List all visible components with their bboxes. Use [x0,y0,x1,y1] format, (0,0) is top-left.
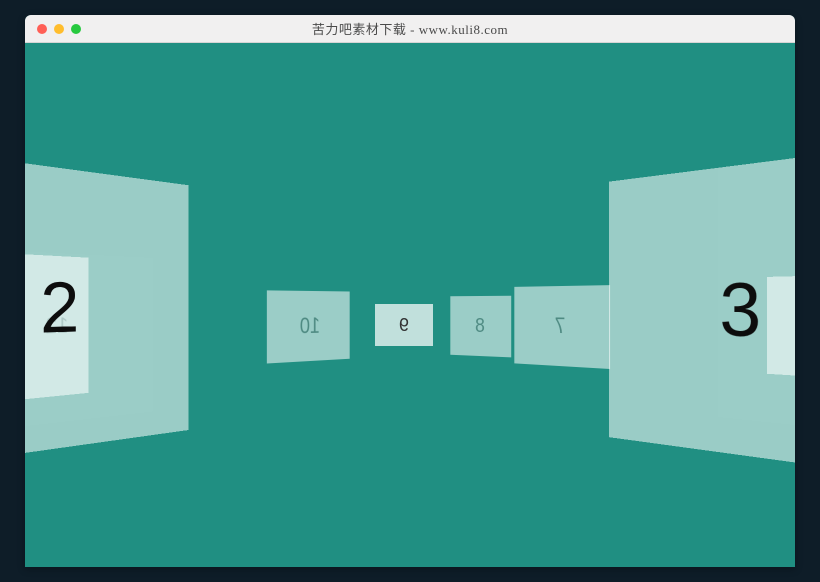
carousel-card-7[interactable]: 7 [514,285,610,369]
zoom-icon[interactable] [71,24,81,34]
card-label: 8 [475,314,485,337]
card-label: 3 [719,266,761,355]
title-bar: 苦力吧素材下载 - www.kuli8.com [25,15,795,43]
carousel-scene[interactable]: 12 2 10 9 8 7 3 6 [25,43,795,567]
carousel-card-10[interactable]: 10 [267,290,350,363]
card-label: 2 [40,266,79,350]
viewport: 12 2 10 9 8 7 3 6 [25,43,795,567]
window-title: 苦力吧素材下载 - www.kuli8.com [25,19,795,38]
carousel-card-8[interactable]: 8 [450,296,511,358]
carousel-card-9[interactable]: 9 [375,304,433,346]
carousel-card-2[interactable]: 2 [25,145,188,472]
card-label: 10 [300,313,320,339]
card-label: 7 [555,313,566,339]
browser-window: 苦力吧素材下载 - www.kuli8.com 12 2 10 9 8 7 [25,15,795,567]
traffic-lights [25,24,81,34]
card-label: 9 [399,315,409,336]
minimize-icon[interactable] [54,24,64,34]
carousel-card-6[interactable]: 6 [767,275,795,378]
close-icon[interactable] [37,24,47,34]
